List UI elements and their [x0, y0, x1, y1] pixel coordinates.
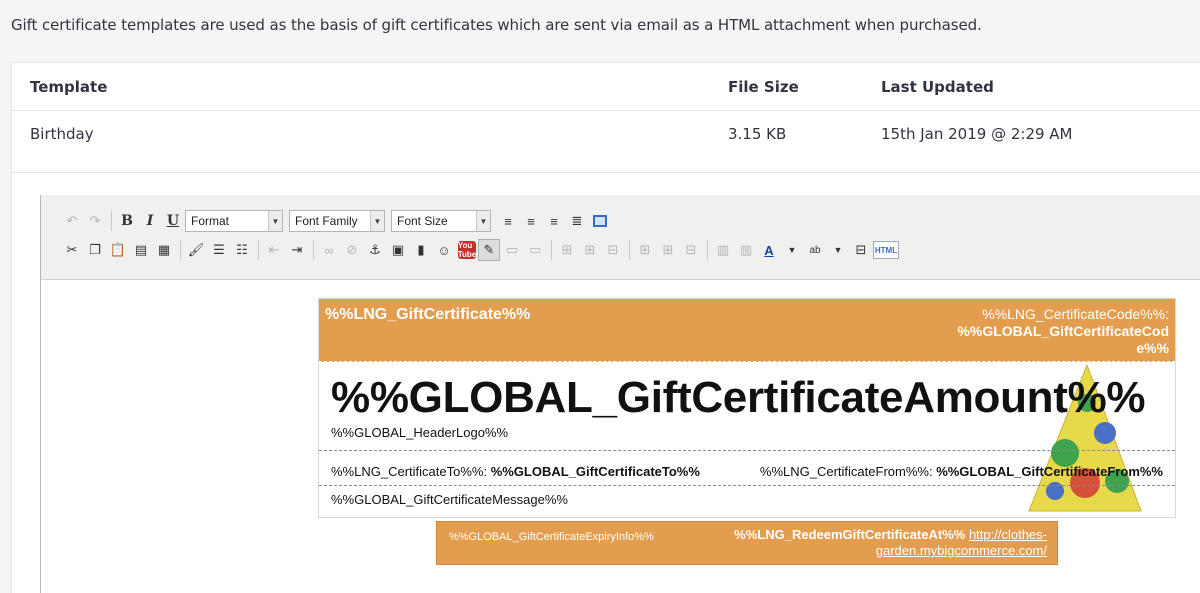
indent-icon[interactable]: ⇥: [286, 239, 308, 261]
table-row-props-icon[interactable]: ▭: [501, 239, 523, 261]
emoticon-icon[interactable]: ☺: [433, 239, 455, 261]
outdent-icon[interactable]: ⇤: [263, 239, 285, 261]
divider: [319, 450, 1175, 451]
certificate-from-label: %%LNG_CertificateFrom%%:: [759, 464, 933, 479]
wysiwyg-editor: ↶ ↷ B I U Format ▼ Font Family ▼ Font Si…: [40, 195, 1200, 593]
toolbar-row-1: ↶ ↷ B I U Format ▼ Font Family ▼ Font Si…: [61, 208, 612, 234]
toolbar-row-2: ✂ ❐ 📋 ▤ ▦ 🖌 ☰ ☷ ⇤ ⇥ ∞ ⊘ ⚓ ▣ ▮ ☺ You Tube…: [61, 237, 900, 263]
header-logo: %%GLOBAL_HeaderLogo%%: [331, 425, 509, 440]
align-right-icon[interactable]: ≡: [543, 210, 565, 232]
toolbar-separator: [111, 211, 112, 231]
align-justify-icon[interactable]: ≣: [566, 210, 588, 232]
highlight-color-icon[interactable]: ab: [804, 239, 826, 261]
template-file-size: 3.15 KB: [728, 125, 787, 143]
certificate-code-value: %%GLOBAL_GiftCertificateCode%%: [957, 323, 1169, 356]
redeem-label: %%LNG_RedeemGiftCertificateAt%%: [734, 527, 966, 542]
certificate-to: %%LNG_CertificateTo%%: %%GLOBAL_GiftCert…: [331, 464, 700, 479]
insert-col-after-icon[interactable]: ⊞: [657, 239, 679, 261]
bold-button[interactable]: B: [116, 210, 138, 232]
certificate-expiry: %%GLOBAL_GiftCertificateExpiryInfo%%: [449, 531, 654, 543]
template-last-updated: 15th Jan 2019 @ 2:29 AM: [881, 125, 1073, 143]
editor-toolbar: ↶ ↷ B I U Format ▼ Font Family ▼ Font Si…: [41, 195, 1200, 280]
cut-icon[interactable]: ✂: [61, 239, 83, 261]
divider: [319, 485, 1175, 486]
chevron-down-icon[interactable]: ▼: [476, 211, 490, 231]
numbered-list-icon[interactable]: ☷: [231, 239, 253, 261]
format-select[interactable]: Format ▼: [185, 210, 283, 232]
chevron-down-icon[interactable]: ▼: [781, 239, 803, 261]
certificate-from-value: %%GLOBAL_GiftCertificateFrom%%: [936, 464, 1163, 479]
html-source-button[interactable]: HTML: [873, 241, 899, 259]
paste-icon[interactable]: 📋: [107, 239, 129, 261]
underline-button[interactable]: U: [162, 210, 184, 232]
align-center-icon[interactable]: ≡: [520, 210, 542, 232]
certificate-title: %%LNG_GiftCertificate%%: [325, 306, 531, 323]
split-cells-icon[interactable]: ▥: [712, 239, 734, 261]
table-row[interactable]: Birthday 3.15 KB 15th Jan 2019 @ 2:29 AM: [12, 111, 1200, 173]
anchor-icon[interactable]: ⚓: [364, 239, 386, 261]
table-cell-props-icon[interactable]: ▭: [524, 239, 546, 261]
toolbar-separator: [180, 240, 181, 260]
font-size-select[interactable]: Font Size ▼: [391, 210, 491, 232]
editor-content-area[interactable]: %%LNG_GiftCertificate%% %%LNG_Certificat…: [41, 281, 1200, 593]
toolbar-separator: [551, 240, 552, 260]
image-icon[interactable]: ▣: [387, 239, 409, 261]
chevron-down-icon[interactable]: ▼: [370, 211, 384, 231]
certificate-footer: %%GLOBAL_GiftCertificateExpiryInfo%% %%L…: [436, 521, 1058, 565]
media-icon[interactable]: ▮: [410, 239, 432, 261]
edit-source-icon[interactable]: ✎: [478, 239, 500, 261]
merge-cells-icon[interactable]: ▥: [735, 239, 757, 261]
insert-col-before-icon[interactable]: ⊞: [634, 239, 656, 261]
font-size-select-value: Font Size: [397, 214, 448, 228]
certificate-from: %%LNG_CertificateFrom%%: %%GLOBAL_GiftCe…: [760, 464, 1163, 479]
toolbar-separator: [313, 240, 314, 260]
fullscreen-icon[interactable]: [589, 210, 611, 232]
italic-button[interactable]: I: [139, 210, 161, 232]
insert-row-after-icon[interactable]: ⊞: [579, 239, 601, 261]
certificate-redeem: %%LNG_RedeemGiftCertificateAt%% http://c…: [717, 527, 1047, 559]
horizontal-rule-icon[interactable]: ⊟: [850, 239, 872, 261]
youtube-icon[interactable]: You Tube: [458, 241, 476, 259]
toolbar-separator: [258, 240, 259, 260]
paste-word-icon[interactable]: ▦: [153, 239, 175, 261]
font-family-select-value: Font Family: [295, 214, 358, 228]
certificate-to-label: %%LNG_CertificateTo%%:: [331, 464, 488, 479]
redo-icon[interactable]: ↷: [84, 210, 106, 232]
toolbar-separator: [629, 240, 630, 260]
undo-icon[interactable]: ↶: [61, 210, 83, 232]
certificate-to-value: %%GLOBAL_GiftCertificateTo%%: [490, 464, 700, 479]
delete-col-icon[interactable]: ⊟: [680, 239, 702, 261]
text-color-icon[interactable]: A: [758, 239, 780, 261]
format-select-value: Format: [191, 214, 230, 228]
table-header-row: Template File Size Last Updated: [12, 63, 1200, 111]
bullet-list-icon[interactable]: ☰: [208, 239, 230, 261]
link-icon[interactable]: ∞: [318, 239, 340, 261]
chevron-down-icon[interactable]: ▼: [827, 239, 849, 261]
gift-certificate: %%LNG_GiftCertificate%% %%LNG_Certificat…: [318, 298, 1176, 518]
cleanup-brush-icon[interactable]: 🖌: [185, 239, 207, 261]
insert-row-before-icon[interactable]: ⊞: [556, 239, 578, 261]
header-file-size: File Size: [728, 78, 799, 96]
unlink-icon[interactable]: ⊘: [341, 239, 363, 261]
font-family-select[interactable]: Font Family ▼: [289, 210, 385, 232]
intro-text: Gift certificate templates are used as t…: [11, 16, 982, 34]
toolbar-separator: [707, 240, 708, 260]
header-last-updated: Last Updated: [881, 78, 994, 96]
certificate-code-label: %%LNG_CertificateCode%%:: [982, 306, 1169, 322]
certificate-header: %%LNG_GiftCertificate%% %%LNG_Certificat…: [319, 299, 1175, 362]
align-left-icon[interactable]: ≡: [497, 210, 519, 232]
chevron-down-icon[interactable]: ▼: [268, 211, 282, 231]
template-name[interactable]: Birthday: [30, 125, 94, 143]
header-template: Template: [30, 78, 108, 96]
certificate-amount: %%GLOBAL_GiftCertificateAmount%%: [331, 373, 1146, 422]
delete-row-icon[interactable]: ⊟: [602, 239, 624, 261]
paste-text-icon[interactable]: ▤: [130, 239, 152, 261]
certificate-message: %%GLOBAL_GiftCertificateMessage%%: [331, 492, 568, 507]
certificate-code: %%LNG_CertificateCode%%: %%GLOBAL_GiftCe…: [939, 306, 1169, 357]
copy-icon[interactable]: ❐: [84, 239, 106, 261]
